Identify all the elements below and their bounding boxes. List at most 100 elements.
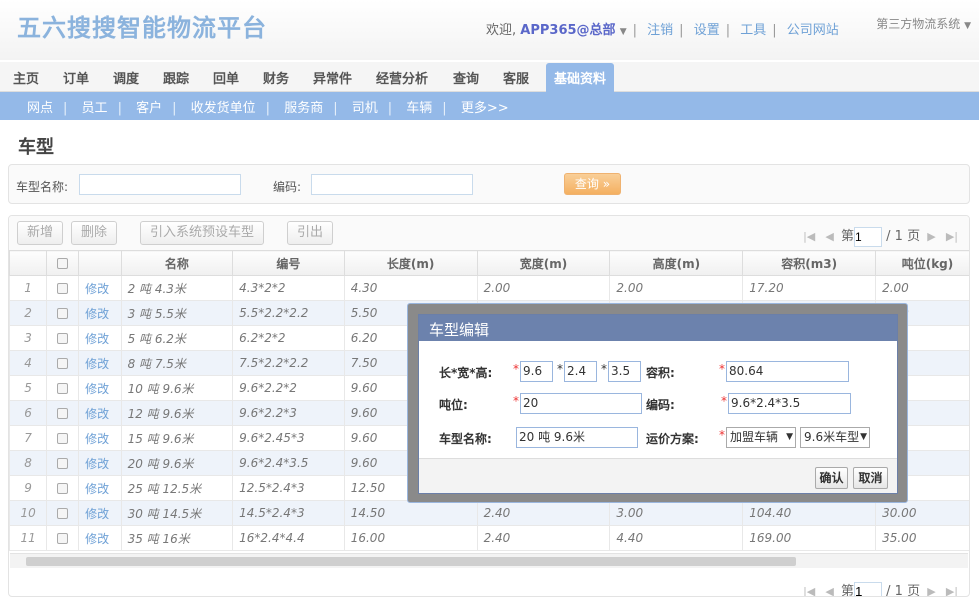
chevron-down-icon[interactable]: ▼ <box>620 27 627 37</box>
nav-home[interactable]: 主页 <box>13 68 39 87</box>
export-button[interactable]: 引出 <box>287 221 333 245</box>
delete-button[interactable]: 删除 <box>71 221 117 245</box>
first-page-icon[interactable]: |◀ <box>803 230 815 243</box>
tools-link[interactable]: 工具 <box>740 23 766 38</box>
edit-link[interactable]: 修改 <box>78 475 122 501</box>
width-input[interactable]: 2.4 <box>564 361 597 382</box>
subnav-drivers[interactable]: 司机 <box>352 101 378 116</box>
nav-receipts[interactable]: 回单 <box>213 68 239 87</box>
third-party-system-menu[interactable]: 第三方物流系统 ▼ <box>876 15 971 32</box>
row-checkbox[interactable] <box>46 475 80 501</box>
query-button[interactable]: 查询 » <box>564 173 621 195</box>
nav-analysis[interactable]: 经营分析 <box>376 68 428 87</box>
nav-dispatch[interactable]: 调度 <box>113 68 139 87</box>
cell-name: 12 吨 9.6米 <box>120 400 234 426</box>
table-row[interactable]: 11 修改 35 吨 16米 16*2.4*4.4 16.00 2.40 4.40 169.0… <box>9 525 969 551</box>
col-height[interactable]: 高度(m) <box>609 250 744 276</box>
edit-link[interactable]: 修改 <box>78 525 122 551</box>
last-page-icon[interactable]: ▶| <box>946 230 958 243</box>
row-number: 5 <box>9 375 48 401</box>
cell-height: 2.00 <box>609 275 744 301</box>
subnav-outlets[interactable]: 网点 <box>27 101 53 116</box>
nav-tracking[interactable]: 跟踪 <box>163 68 189 87</box>
prev-page-icon[interactable]: ◀ <box>825 230 833 243</box>
row-number: 4 <box>9 350 48 376</box>
page-input[interactable] <box>854 226 883 247</box>
cell-code: 9.6*2.45*3 <box>232 425 345 451</box>
code-label: 编码: <box>273 180 302 194</box>
row-checkbox[interactable] <box>46 425 80 451</box>
subnav-customers[interactable]: 客户 <box>136 101 162 116</box>
nav-orders[interactable]: 订单 <box>63 68 89 87</box>
last-page-icon[interactable]: ▶| <box>946 585 958 596</box>
nav-exceptions[interactable]: 异常件 <box>313 68 352 87</box>
nav-service[interactable]: 客服 <box>503 68 529 87</box>
confirm-button[interactable]: 确认 <box>815 467 848 489</box>
row-checkbox[interactable] <box>46 350 80 376</box>
col-tonnage[interactable]: 吨位(kg) ▲ <box>875 250 969 276</box>
import-preset-button[interactable]: 引入系统预设车型 <box>140 221 264 245</box>
pricing-plan-select[interactable]: 加盟车辆 ▼ <box>726 427 796 448</box>
subnav-more[interactable]: 更多>> <box>461 101 509 116</box>
row-checkbox[interactable] <box>46 500 80 526</box>
app-logo-title: 五六搜搜智能物流平台 <box>17 14 267 42</box>
pricing-vehicle-select[interactable]: 9.6米车型 ▼ <box>800 427 870 448</box>
col-length[interactable]: 长度(m) <box>343 250 478 276</box>
prev-page-icon[interactable]: ◀ <box>825 585 833 596</box>
row-checkbox[interactable] <box>46 325 80 351</box>
col-width[interactable]: 宽度(m) <box>476 250 611 276</box>
edit-link[interactable]: 修改 <box>78 375 122 401</box>
table-row[interactable]: 10 修改 30 吨 14.5米 14.5*2.4*3 14.50 2.40 3.00 104… <box>9 500 969 526</box>
row-checkbox[interactable] <box>46 300 80 326</box>
dialog-title[interactable]: 车型编辑 <box>419 315 897 341</box>
col-code[interactable]: 编号 <box>232 250 345 276</box>
row-checkbox[interactable] <box>46 375 80 401</box>
add-button[interactable]: 新增 <box>17 221 63 245</box>
table-row[interactable]: 1 修改 2 吨 4.3米 4.3*2*2 4.30 2.00 2.00 17.20 2.00 <box>9 275 969 301</box>
horizontal-scrollbar[interactable] <box>10 553 968 568</box>
code-input[interactable]: 9.6*2.4*3.5 <box>728 393 851 414</box>
edit-link[interactable]: 修改 <box>78 300 122 326</box>
row-checkbox[interactable] <box>46 275 80 301</box>
name-input[interactable]: 20 吨 9.6米 <box>516 427 638 448</box>
edit-link[interactable]: 修改 <box>78 350 122 376</box>
edit-link[interactable]: 修改 <box>78 325 122 351</box>
nav-basic-data[interactable]: 基础资料 <box>546 63 615 93</box>
height-input[interactable]: 3.5 <box>608 361 641 382</box>
select-all-checkbox[interactable] <box>46 250 80 276</box>
name-search-input[interactable] <box>79 174 241 195</box>
col-name[interactable]: 名称 <box>120 250 234 276</box>
edit-link[interactable]: 修改 <box>78 275 122 301</box>
nav-query[interactable]: 查询 <box>453 68 479 87</box>
tonnage-input[interactable]: 20 <box>520 393 642 414</box>
row-number: 3 <box>9 325 48 351</box>
subnav-vehicles[interactable]: 车辆 <box>406 101 432 116</box>
row-checkbox[interactable] <box>46 525 80 551</box>
edit-link[interactable]: 修改 <box>78 500 122 526</box>
subnav-shippers[interactable]: 收发货单位 <box>191 101 256 116</box>
cell-code: 6.2*2*2 <box>232 325 345 351</box>
vehicle-type-edit-dialog: 车型编辑 长*宽*高: * 9.6 * 2.4 * 3.5 容积: * 80.6… <box>407 303 908 503</box>
next-page-icon[interactable]: ▶ <box>927 230 935 243</box>
subnav-staff[interactable]: 员工 <box>82 101 108 116</box>
edit-link[interactable]: 修改 <box>78 450 122 476</box>
user-menu[interactable]: APP365@总部 <box>520 23 615 38</box>
company-site-link[interactable]: 公司网站 <box>787 23 839 38</box>
row-checkbox[interactable] <box>46 400 80 426</box>
settings-link[interactable]: 设置 <box>694 23 720 38</box>
next-page-icon[interactable]: ▶ <box>927 585 935 596</box>
logout-link[interactable]: 注销 <box>647 23 673 38</box>
code-search-input[interactable] <box>311 174 473 195</box>
edit-link[interactable]: 修改 <box>78 425 122 451</box>
row-checkbox[interactable] <box>46 450 80 476</box>
cancel-button[interactable]: 取消 <box>853 467 888 489</box>
edit-link[interactable]: 修改 <box>78 400 122 426</box>
page-input[interactable] <box>854 581 883 596</box>
header: 五六搜搜智能物流平台 欢迎, APP365@总部 ▼ | 注销 | 设置 | 工具 | … <box>0 0 979 60</box>
col-volume[interactable]: 容积(m3) <box>742 250 877 276</box>
length-input[interactable]: 9.6 <box>520 361 553 382</box>
subnav-providers[interactable]: 服务商 <box>284 101 323 116</box>
volume-input[interactable]: 80.64 <box>726 361 849 382</box>
nav-finance[interactable]: 财务 <box>263 68 289 87</box>
first-page-icon[interactable]: |◀ <box>803 585 815 596</box>
